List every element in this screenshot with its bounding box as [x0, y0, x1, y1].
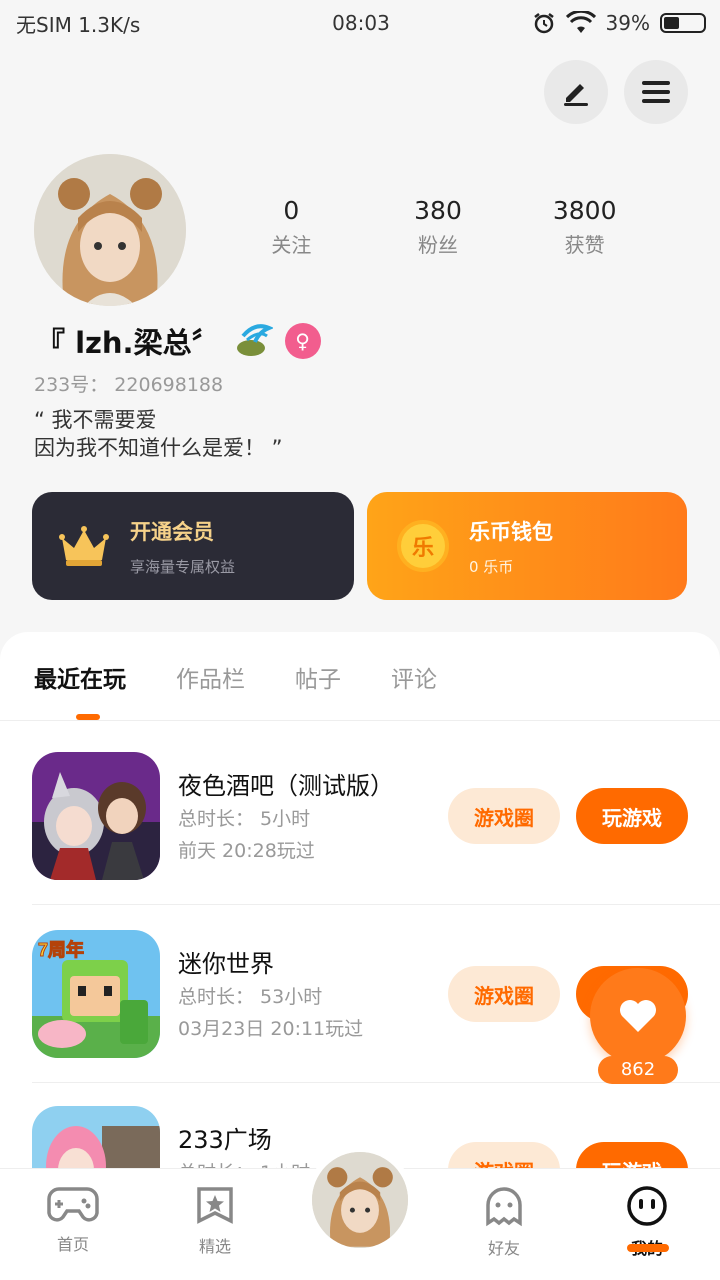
heart-icon — [620, 1000, 656, 1032]
edit-profile-button[interactable] — [544, 60, 608, 124]
smiley-face-icon — [627, 1186, 667, 1226]
wallet-card-text: 乐币钱包 0 乐币 — [469, 516, 553, 577]
nickname: 『 lzh.梁总〞 — [36, 326, 221, 360]
game-row[interactable]: 夜色酒吧（测试版） 总时长： 5小时 前天 20:28玩过 游戏圈 玩游戏 — [32, 752, 688, 882]
bio-line: “ 我不需要爱 — [34, 408, 157, 432]
active-nav-indicator — [627, 1244, 669, 1252]
profile-stats: 0 关注 380 粉丝 3800 获赞 — [218, 196, 658, 258]
stat-label: 获赞 — [564, 233, 605, 257]
nav-friends[interactable]: 好友 — [459, 1185, 549, 1259]
game-duration: 总时长： 53小时 — [178, 986, 323, 1008]
nav-label: 首页 — [56, 1235, 89, 1254]
ghost-icon — [486, 1187, 522, 1227]
profile-tabs: 最近在玩 作品栏 帖子 评论 — [34, 660, 437, 694]
stat-likes[interactable]: 3800 获赞 — [511, 196, 658, 258]
tab-recent-played[interactable]: 最近在玩 — [34, 660, 126, 694]
crown-icon — [59, 526, 109, 566]
divider — [32, 904, 720, 905]
coin-icon: 乐 — [397, 520, 449, 572]
like-button[interactable] — [590, 968, 686, 1064]
game-duration: 总时长： 5小时 — [178, 808, 311, 830]
avatar — [312, 1152, 408, 1248]
nav-label: 精选 — [198, 1237, 231, 1256]
stat-value: 380 — [414, 196, 462, 225]
star-bookmark-icon — [197, 1187, 233, 1224]
game-last-played: 03月23日 20:11玩过 — [178, 1018, 364, 1040]
stat-label: 粉丝 — [418, 233, 458, 257]
nav-featured[interactable]: 精选 — [170, 1185, 260, 1257]
game-title: 夜色酒吧（测试版） — [178, 772, 394, 800]
vip-subtitle: 享海量专属权益 — [130, 557, 236, 576]
battery-icon — [659, 13, 706, 33]
game-circle-button[interactable]: 游戏圈 — [448, 788, 560, 844]
divider — [0, 720, 720, 721]
status-carrier: 无SIM 1.3K/s — [16, 12, 141, 37]
bio: “ 我不需要爱 因为我不知道什么是爱！ ” — [34, 406, 283, 462]
nickname-row: 『 lzh.梁总〞 ♀ — [36, 320, 321, 362]
game-last-played: 前天 20:28玩过 — [178, 840, 315, 862]
female-gender-icon: ♀ — [284, 323, 321, 359]
level-badge-icon — [236, 324, 273, 356]
hamburger-icon — [642, 81, 670, 103]
wallet-balance: 0 乐币 — [469, 557, 514, 576]
game-circle-button[interactable]: 游戏圈 — [448, 966, 560, 1022]
tab-comments[interactable]: 评论 — [391, 660, 437, 694]
vip-card-text: 开通会员 享海量专属权益 — [130, 516, 235, 577]
game-title: 迷你世界 — [178, 950, 274, 978]
avatar-illustration — [34, 154, 186, 306]
like-count: 862 — [598, 1056, 678, 1084]
battery-percent: 39% — [605, 11, 650, 35]
bio-line: 因为我不知道什么是爱！ ” — [34, 436, 283, 460]
nav-center-avatar-button[interactable] — [306, 1146, 414, 1254]
wallet-card[interactable]: 乐 乐币钱包 0 乐币 — [367, 492, 687, 600]
game-title: 233广场 — [178, 1126, 272, 1154]
game-icon-mini-world[interactable]: 7周年 — [32, 930, 160, 1058]
game-icon-night-bar[interactable] — [32, 752, 160, 880]
stat-value: 3800 — [552, 196, 617, 225]
tab-posts[interactable]: 帖子 — [295, 660, 341, 694]
nav-label: 好友 — [487, 1239, 520, 1258]
stat-followers[interactable]: 380 粉丝 — [365, 196, 512, 258]
content-panel: 最近在玩 作品栏 帖子 评论 夜色酒吧（测试版） 总时长： 5小时 前天 20:… — [0, 632, 720, 1234]
pen-icon — [564, 84, 588, 106]
vip-title: 开通会员 — [130, 519, 214, 544]
stat-following[interactable]: 0 关注 — [218, 196, 365, 258]
wifi-icon — [565, 11, 596, 33]
game-icon-caption: 7周年 — [38, 939, 84, 960]
stat-label: 关注 — [271, 233, 312, 257]
stat-value: 0 — [283, 196, 300, 225]
menu-button[interactable] — [624, 60, 688, 124]
tab-works[interactable]: 作品栏 — [176, 660, 245, 694]
wallet-title: 乐币钱包 — [469, 519, 553, 544]
nav-home[interactable]: 首页 — [28, 1185, 118, 1255]
gamepad-icon — [47, 1187, 99, 1222]
vip-card[interactable]: 开通会员 享海量专属权益 — [32, 492, 354, 600]
alarm-icon — [533, 13, 554, 34]
game-row[interactable]: 7周年 迷你世界 总时长： 53小时 03月23日 20:11玩过 游戏圈 玩游… — [32, 930, 688, 1060]
status-icons: 39% — [506, 11, 706, 35]
profile-avatar[interactable] — [34, 154, 186, 306]
user-id: 233号： 220698188 — [34, 374, 224, 396]
play-game-button[interactable]: 玩游戏 — [576, 788, 688, 844]
status-time: 08:03 — [332, 11, 390, 35]
status-bar: 无SIM 1.3K/s 08:03 39% — [0, 0, 720, 46]
